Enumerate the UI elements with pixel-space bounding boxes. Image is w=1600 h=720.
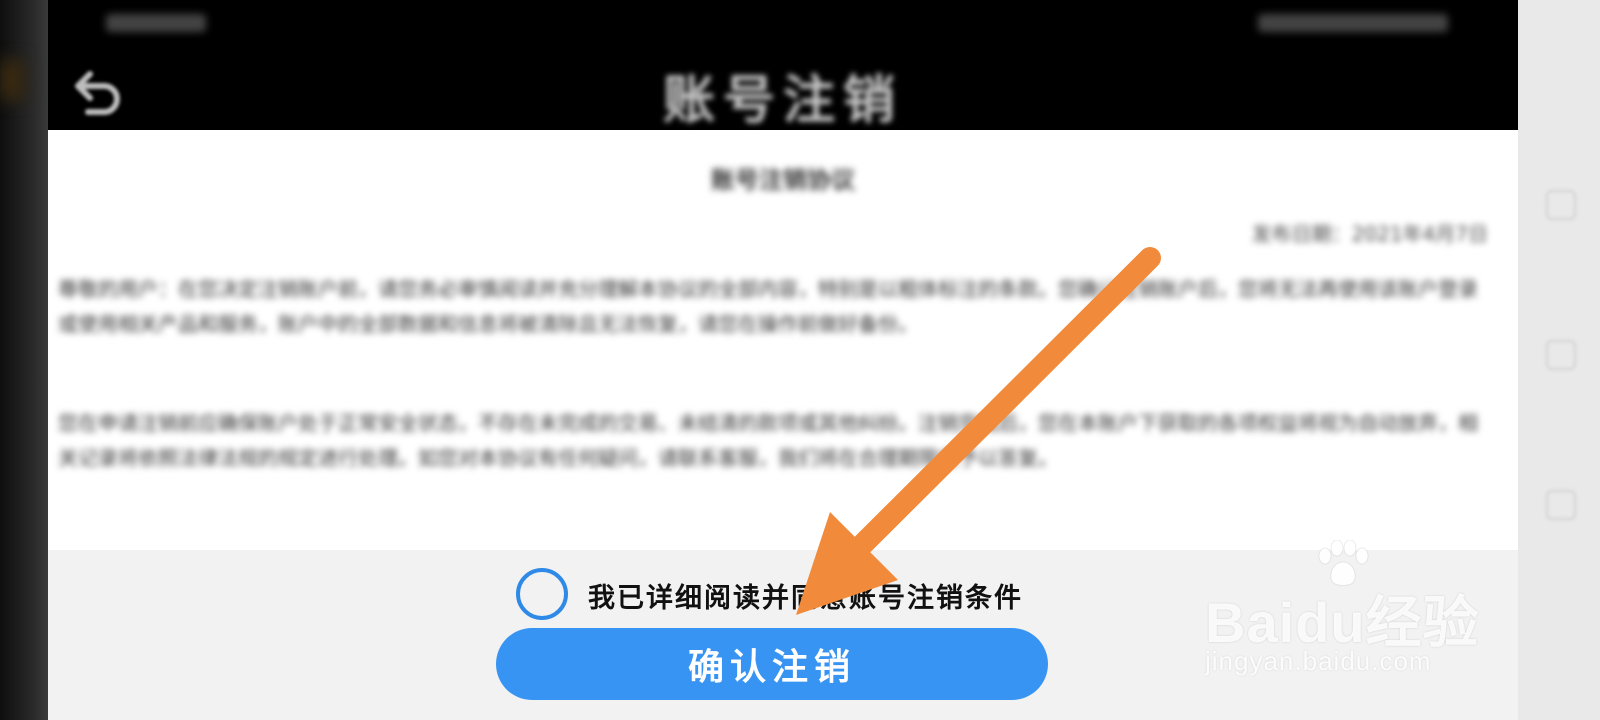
agreement-document: 账号注销协议 发布日期：2021年4月7日 尊敬的用户：在您决定注销账户前，请您…: [48, 130, 1518, 550]
document-title: 账号注销协议: [711, 166, 855, 194]
document-date: 发布日期：2021年4月7日: [1251, 222, 1488, 246]
side-icon-3: [1546, 490, 1576, 520]
side-icon-1: [1546, 190, 1576, 220]
phone-screen: 账号注销 账号注销协议 发布日期：2021年4月7日 尊敬的用户：在您决定注销账…: [48, 0, 1518, 720]
status-bar-right-info: [1258, 14, 1448, 32]
top-navigation-bar: 账号注销: [48, 50, 1518, 131]
document-paragraph-2: 您在申请注销前应确保账户处于正常安全状态，不存在未完成的交易、未结清的款项或其他…: [58, 411, 1478, 470]
confirm-cancel-account-button[interactable]: 确认注销: [496, 628, 1048, 700]
side-icon-2: [1546, 340, 1576, 370]
status-bar: [48, 0, 1518, 50]
left-background-edge: [0, 0, 48, 720]
agreement-row[interactable]: 我已详细阅读并同意账号注销条件: [48, 562, 1518, 622]
footer-actions: 我已详细阅读并同意账号注销条件 确认注销: [48, 550, 1518, 720]
page-title: 账号注销: [662, 71, 903, 131]
left-edge-glow: [0, 60, 24, 100]
right-side-panel: [1518, 0, 1600, 720]
document-paragraph-1: 尊敬的用户：在您决定注销账户前，请您务必审慎阅读并充分理解本协议的全部内容，特别…: [58, 277, 1478, 336]
agree-label[interactable]: 我已详细阅读并同意账号注销条件: [588, 576, 1023, 615]
status-bar-left-info: [106, 14, 206, 32]
agree-checkbox[interactable]: [516, 568, 568, 620]
